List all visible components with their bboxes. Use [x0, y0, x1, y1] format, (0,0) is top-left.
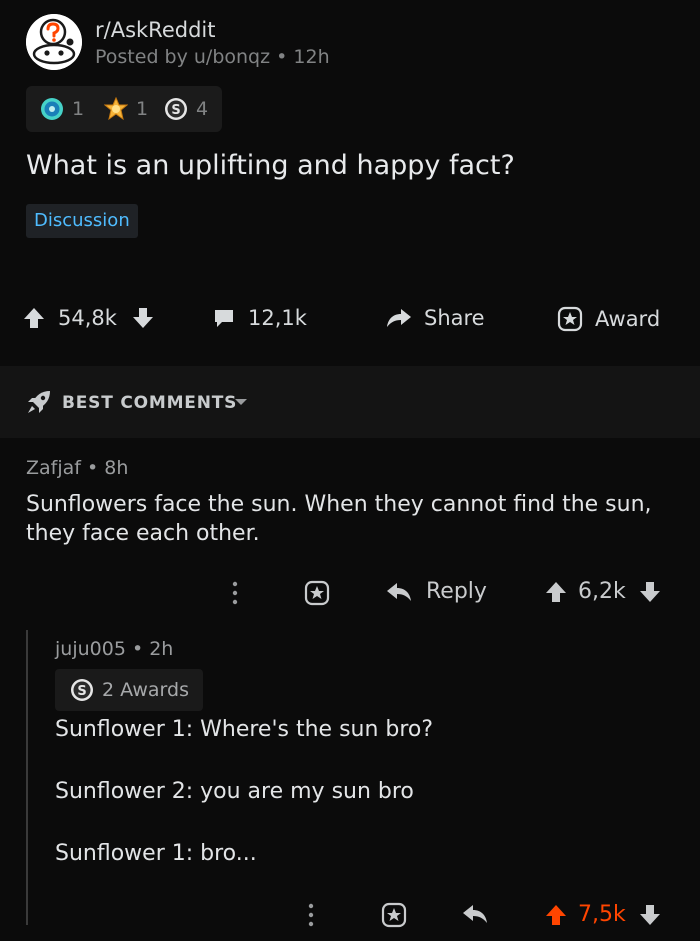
share-button[interactable]: Share: [386, 306, 485, 330]
askreddit-logo-icon: [26, 14, 82, 70]
post-flair[interactable]: Discussion: [26, 204, 138, 238]
upvote-icon[interactable]: [544, 903, 568, 927]
dot-separator: •: [87, 457, 105, 479]
award-count: 1: [72, 98, 85, 120]
reply-score: 7,5k: [578, 902, 626, 927]
dot-separator: •: [131, 638, 150, 660]
silver-award-icon: S: [164, 97, 188, 121]
downvote-icon[interactable]: [638, 903, 662, 927]
award-icon: [381, 902, 407, 928]
reply-vote-group: 7,5k: [544, 902, 662, 927]
reply-line: Sunflower 1: Where's the sun bro?: [55, 717, 434, 742]
post-meta: Posted by u/bonqz • 12h: [95, 46, 330, 68]
give-award-button[interactable]: [304, 580, 330, 606]
rocket-icon: [26, 389, 52, 415]
post-time: 12h: [293, 46, 330, 68]
reply-line: Sunflower 1: bro...: [55, 841, 257, 866]
reply-button[interactable]: [462, 903, 488, 925]
comment-meta: Zafjaf • 8h: [26, 457, 128, 479]
award-3: S 4: [164, 97, 208, 121]
more-options-button[interactable]: [230, 580, 240, 606]
comment-author[interactable]: Zafjaf: [26, 457, 81, 479]
wholesome-award-icon: [104, 97, 128, 121]
svg-text:S: S: [77, 684, 86, 699]
comment-time: 8h: [104, 457, 129, 479]
reply-button[interactable]: Reply: [386, 579, 487, 604]
reply-line: Sunflower 2: you are my sun bro: [55, 779, 414, 804]
reply-icon: [386, 581, 412, 603]
post-author[interactable]: Posted by u/bonqz: [95, 46, 270, 68]
silver-award-icon: S: [70, 678, 94, 702]
more-options-button[interactable]: [306, 902, 316, 928]
post-vote-group: 54,8k: [22, 306, 155, 330]
share-icon: [386, 306, 412, 330]
subreddit-avatar[interactable]: [26, 14, 82, 70]
give-award-button[interactable]: [381, 902, 407, 928]
award-count: 4: [196, 98, 209, 120]
downvote-icon[interactable]: [638, 580, 662, 604]
comment-score: 6,2k: [578, 579, 626, 604]
svg-text:S: S: [171, 103, 180, 118]
more-vertical-icon: [306, 902, 316, 928]
downvote-icon[interactable]: [131, 306, 155, 330]
reply-time: 2h: [149, 638, 174, 660]
reply-author[interactable]: juju005: [55, 638, 126, 660]
sort-label[interactable]: BEST COMMENTS: [62, 393, 237, 413]
chevron-down-icon[interactable]: [234, 397, 248, 407]
share-label: Share: [424, 306, 485, 330]
subreddit-name[interactable]: r/AskReddit: [95, 18, 215, 42]
reply-label: Reply: [426, 579, 487, 604]
reply-icon: [462, 903, 488, 925]
comment-vote-group: 6,2k: [544, 579, 662, 604]
award-icon: [557, 306, 583, 332]
award-icon: [304, 580, 330, 606]
comment-icon: [212, 306, 236, 330]
reply-meta: juju005 • 2h: [55, 638, 173, 660]
post-title[interactable]: What is an uplifting and happy fact?: [26, 150, 515, 181]
upvote-icon[interactable]: [22, 306, 46, 330]
helpful-award-icon: [40, 97, 64, 121]
award-count: 1: [136, 98, 149, 120]
award-2: 1: [104, 97, 148, 121]
comment-body: Sunflowers face the sun. When they canno…: [26, 492, 652, 546]
post-awards[interactable]: 1 1 S 4: [26, 86, 222, 132]
more-vertical-icon: [230, 580, 240, 606]
award-button[interactable]: Award: [557, 306, 660, 332]
comments-button[interactable]: 12,1k: [212, 306, 307, 330]
comment-count: 12,1k: [248, 306, 307, 330]
post-score: 54,8k: [58, 306, 117, 330]
upvote-icon[interactable]: [544, 580, 568, 604]
award-1: 1: [40, 97, 84, 121]
reply-awards-label: 2 Awards: [102, 679, 189, 701]
dot-separator: •: [276, 46, 294, 68]
thread-line[interactable]: [26, 630, 28, 925]
award-label: Award: [595, 307, 661, 331]
